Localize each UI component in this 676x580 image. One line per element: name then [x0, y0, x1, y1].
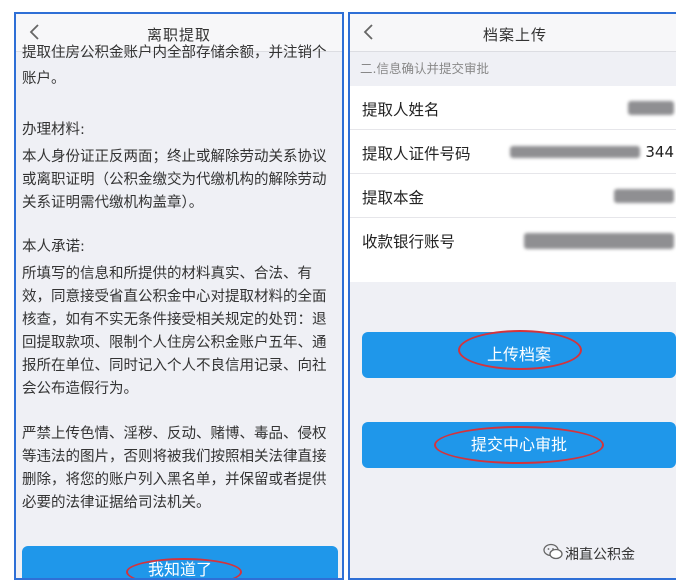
watermark-text: 湘直公积金 — [565, 547, 635, 563]
highlight-circle — [458, 330, 582, 370]
form-row-name: 提取人姓名 — [350, 86, 676, 130]
amount-label: 提取本金 — [362, 189, 425, 207]
highlight-circle — [126, 558, 242, 578]
name-label: 提取人姓名 — [362, 101, 440, 119]
account-watermark: 湘直公积金 — [543, 543, 635, 564]
partial-line: 提取住房公积金账户内全部存储余额，并注销个人 — [22, 45, 327, 61]
highlight-circle — [434, 426, 604, 464]
materials-body: 本人身份证正反两面；终止或解除劳动关系协议或离职证明（公积金缴交为代缴机构的解除… — [22, 149, 327, 211]
materials-heading: 办理材料: — [22, 122, 85, 138]
prohibit-body: 严禁上传色情、淫秽、反动、赌博、毒品、侵权等违法的图片，否则将被我们按照相关法律… — [22, 426, 327, 511]
promise-body: 所填写的信息和所提供的材料真实、合法、有效，同意接受省直公积金中心对提取材料的全… — [22, 266, 327, 397]
promise-heading: 本人承诺: — [22, 239, 85, 255]
redacted-name — [628, 101, 674, 115]
left-panel: 离职提取 提取住房公积金账户内全部存储余额，并注销个人 账户。 办理材料: 本人… — [14, 12, 344, 580]
redacted-amount — [614, 189, 674, 203]
info-form: 提取人姓名 提取人证件号码 344 提取本金 收款银行账号 — [350, 86, 676, 262]
redacted-bank — [524, 233, 674, 249]
nav-bar: 档案上传 — [350, 14, 676, 52]
redacted-id — [510, 146, 640, 158]
form-row-amount: 提取本金 — [350, 174, 676, 218]
page-title: 档案上传 — [482, 26, 547, 44]
form-row-id: 提取人证件号码 344 — [350, 130, 676, 174]
form-row-bank: 收款银行账号 — [350, 218, 676, 262]
account-text: 账户。 — [22, 71, 66, 87]
section-heading: 二.信息确认并提交审批 — [350, 52, 676, 86]
right-panel: 档案上传 二.信息确认并提交审批 提取人姓名 提取人证件号码 344 提取本金 … — [348, 12, 676, 580]
id-value-suffix: 344 — [645, 143, 674, 161]
id-label: 提取人证件号码 — [362, 145, 471, 163]
form-padding — [350, 262, 676, 282]
bank-label: 收款银行账号 — [362, 233, 456, 251]
wechat-icon — [543, 543, 563, 560]
